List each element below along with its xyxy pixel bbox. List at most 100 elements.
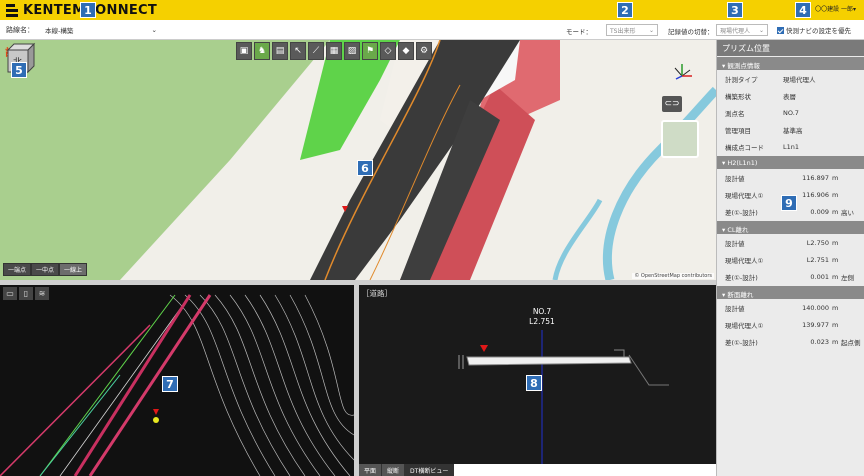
callout-badge-5: 5 — [11, 62, 27, 78]
row-value: 表層 — [783, 92, 796, 101]
callout-badge-6: 6 — [357, 160, 373, 176]
trash-icon[interactable]: ▯ — [19, 287, 33, 300]
snap-mode-group: 一端点 一中点 一線上 — [3, 263, 88, 276]
tab-plan[interactable]: 平面 — [359, 464, 383, 476]
h2-header-text: H2(L1n1) — [727, 159, 758, 167]
record-value: 現場代理人 — [720, 27, 751, 35]
info-row: 構築形状 表層 — [717, 87, 864, 104]
row-unit: m — [832, 337, 839, 346]
row-value: L2.751 — [806, 255, 829, 264]
mode-value: TS出来形 — [610, 27, 636, 35]
folder-icon[interactable]: ▭ — [3, 287, 17, 300]
row-key: 差(①-設計) — [725, 273, 758, 282]
section-tabs: 平面 縦断 DT横断ビュー — [359, 464, 716, 476]
route-select[interactable]: 本線-構築 ⌄ — [42, 24, 160, 36]
attribution[interactable]: © OpenStreetMap contributors — [632, 273, 714, 279]
row-value: NO.7 — [783, 108, 799, 117]
callout-badge-1: 1 — [80, 2, 96, 18]
row-value: 基準高 — [783, 126, 803, 135]
measure-icon[interactable]: ⟋ — [308, 42, 324, 60]
gear-icon[interactable]: ⚙ — [416, 42, 432, 60]
row-key: 差(①-設計) — [725, 338, 758, 347]
snap-online-button[interactable]: 一線上 — [59, 263, 88, 276]
logo-icon — [6, 3, 20, 17]
pointer-icon[interactable]: ↖ — [290, 42, 306, 60]
row-note: 左側 — [841, 273, 854, 282]
callout-badge-9: 9 — [781, 195, 797, 211]
map-pin-icon[interactable]: ⚑ — [362, 42, 378, 60]
box-icon[interactable]: ◇ — [380, 42, 396, 60]
nav-priority-checkbox[interactable]: 快測ナビの設定を優先 — [777, 25, 851, 35]
app-window: KENTEMCONNECT 〇〇建設 一郎▾ 1 2 3 4 路線名： 本線-構… — [0, 0, 864, 476]
value-row: 設計値 116.897 m — [717, 169, 864, 186]
row-key: 設計値 — [725, 239, 745, 248]
point-name: NO.7 — [532, 307, 552, 316]
row-key: 設計値 — [725, 304, 745, 313]
observation-header-text: 観測点情報 — [727, 62, 760, 70]
callout-badge-8: 8 — [526, 375, 542, 391]
row-key: 構築形状 — [725, 92, 751, 101]
person-icon[interactable]: ♞ — [254, 42, 270, 60]
layers-icon[interactable]: ▤ — [272, 42, 288, 60]
section-header-distance[interactable]: ▾ 断面離れ — [717, 286, 864, 299]
snap-endpoint-button[interactable]: 一端点 — [3, 263, 32, 276]
callout-badge-7: 7 — [162, 376, 178, 392]
tab-profile[interactable]: 縦断 — [382, 464, 406, 476]
checkbox-icon[interactable] — [777, 26, 784, 34]
row-value: 139.977 — [802, 320, 829, 329]
mode-select[interactable]: TS出来形 ⌄ — [606, 24, 658, 36]
row-key: 差(①-設計) — [725, 208, 758, 217]
row-key: 管理項目 — [725, 126, 751, 135]
nav-check-label: 快測ナビの設定を優先 — [786, 27, 851, 35]
cube-view-icon[interactable]: ▣ — [236, 42, 252, 60]
cl-header-text: CL離れ — [727, 226, 749, 234]
toolbar: 路線名： 本線-構築 ⌄ モード： TS出来形 ⌄ 記録値の切替： 現場代理人 ⌄ 快… — [0, 20, 864, 40]
row-value: 現場代理人 — [783, 75, 816, 84]
callout-badge-2: 2 — [617, 2, 633, 18]
distance-header-text: 断面離れ — [727, 291, 754, 299]
row-unit: m — [832, 207, 839, 216]
value-row: 差(①-設計) 0.001 m 左側 — [717, 268, 864, 285]
row-key: 設計値 — [725, 174, 745, 183]
row-unit: m — [832, 303, 839, 312]
point-value: L2.751 — [529, 317, 555, 326]
user-menu[interactable]: 〇〇建設 一郎▾ — [815, 4, 856, 13]
info-row: 構成点コード L1n1 — [717, 138, 864, 155]
value-row: 現場代理人① 139.977 m — [717, 316, 864, 333]
box-solid-icon[interactable]: ◆ — [398, 42, 414, 60]
map-link-icon[interactable]: ⊂⊃ — [662, 96, 682, 112]
image-icon[interactable]: ▨ — [344, 42, 360, 60]
section-title: ［道路］ — [362, 289, 392, 298]
value-row: 差(①-設計) 0.023 m 起点側 — [717, 333, 864, 350]
callout-badge-4: 4 — [795, 2, 811, 18]
viewer-toolbar: ▣ ♞ ▤ ↖ ⟋ ▦ ▨ ⚑ ◇ ◆ ⚙ — [236, 42, 432, 60]
value-row: 設計値 L2.750 m — [717, 234, 864, 251]
chevron-down-icon: ⌄ — [758, 26, 764, 34]
info-row: 管理項目 基準高 — [717, 121, 864, 138]
chevron-down-icon: ⌄ — [151, 26, 157, 34]
section-header-observation[interactable]: ▾ 観測点情報 — [717, 57, 864, 70]
row-key: 構成点コード — [725, 143, 764, 152]
route-label: 路線名： — [6, 26, 34, 34]
value-row: 設計値 140.000 m — [717, 299, 864, 316]
minimap[interactable] — [661, 120, 699, 158]
section-header-cl[interactable]: ▾ CL離れ — [717, 221, 864, 234]
panel-title: プリズム位置 — [717, 40, 864, 56]
snap-midpoint-button[interactable]: 一中点 — [31, 263, 60, 276]
tab-cross-section[interactable]: DT横断ビュー — [405, 464, 455, 476]
plan-toolbar: ▭ ▯ ≋ — [3, 287, 49, 300]
row-value: 0.023 — [810, 337, 829, 346]
record-select[interactable]: 現場代理人 ⌄ — [716, 24, 768, 36]
layers-icon[interactable]: ≋ — [35, 287, 49, 300]
row-unit: m — [832, 190, 839, 199]
row-value: L2.750 — [806, 238, 829, 247]
row-key: 現場代理人① — [725, 256, 764, 265]
chevron-down-icon: ⌄ — [648, 26, 654, 34]
section-header-h2[interactable]: ▾ H2(L1n1) — [717, 156, 864, 169]
row-key: 現場代理人① — [725, 321, 764, 330]
document-icon[interactable]: ▦ — [326, 42, 342, 60]
row-note: 高い — [841, 208, 854, 217]
row-unit: m — [832, 320, 839, 329]
prism-panel: プリズム位置 ▾ 観測点情報 計測タイプ 現場代理人 構築形状 表層 測点名 NO.7… — [716, 40, 864, 476]
row-unit: m — [832, 272, 839, 281]
